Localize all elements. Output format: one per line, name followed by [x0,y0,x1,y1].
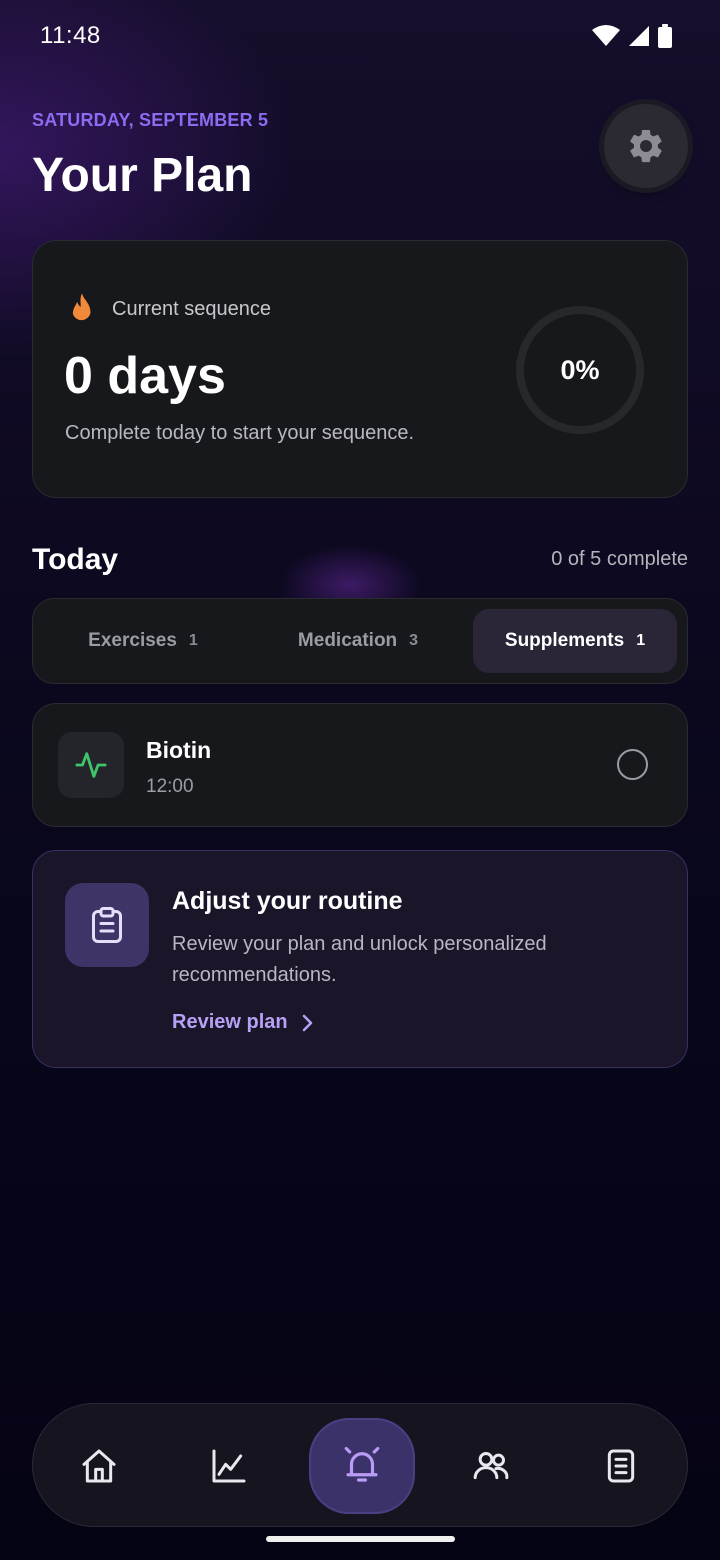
home-indicator[interactable] [266,1536,455,1542]
nav-reminders[interactable] [309,1418,415,1514]
item-time: 12:00 [146,776,194,797]
status-time: 11:48 [40,22,101,49]
nav-stats[interactable] [205,1442,253,1490]
date-label: SATURDAY, SEPTEMBER 5 [32,110,269,130]
today-title: Today [32,543,119,576]
tab-label: Supplements [504,630,625,651]
review-plan-label: Review plan [172,1011,288,1033]
activity-icon [75,752,107,778]
battery-icon [658,24,672,48]
review-plan-link[interactable]: Review plan [172,1011,314,1034]
gear-icon [630,129,662,163]
clipboard-icon [92,907,122,943]
settings-button[interactable] [604,104,688,188]
tab-label: Medication [297,630,398,651]
progress-percent: 0% [560,355,600,385]
tab-exercises[interactable]: Exercises 1 [43,609,243,673]
item-icon-container [58,732,124,798]
flame-icon [72,293,91,321]
system-icons [592,24,672,48]
users-icon [473,1452,509,1480]
item-name: Biotin [146,737,212,763]
sequence-value: 0 days [64,347,226,405]
tab-medication[interactable]: Medication 3 [258,609,458,673]
list-item[interactable] [32,703,688,827]
tab-count: 1 [188,632,198,649]
page-title: Your Plan [32,149,253,202]
chevron-right-icon [302,1014,312,1031]
home-icon [82,1449,116,1483]
tab-label: Exercises [88,630,177,651]
sequence-hint: Complete today to start your sequence. [65,422,415,444]
signal-icon [629,26,649,46]
tab-count: 1 [636,632,646,649]
status-bar: 11:48 [0,0,720,72]
adjust-title: Adjust your routine [172,887,403,915]
bell-icon [344,1446,380,1482]
nav-community[interactable] [467,1442,515,1490]
item-checkbox[interactable] [617,749,648,780]
tab-count: 3 [409,632,419,649]
chart-icon [212,1449,246,1483]
nav-notes[interactable] [597,1442,645,1490]
wifi-icon [592,25,620,46]
nav-home[interactable] [75,1442,123,1490]
adjust-description: Review your plan and unlock personalized… [172,933,547,986]
tab-supplements[interactable]: Supplements 1 [473,609,677,673]
notes-icon [607,1449,635,1483]
sequence-label: Current sequence [112,298,271,320]
clipboard-icon-container [65,883,149,967]
today-count: 0 of 5 complete [551,548,688,570]
